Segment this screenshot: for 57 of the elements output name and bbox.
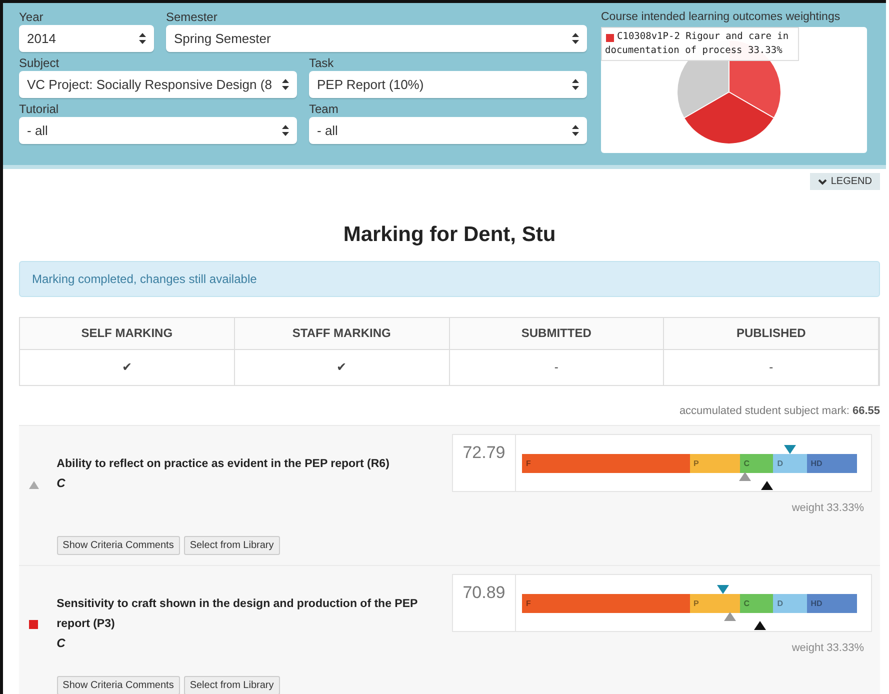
criterion-title: Sensitivity to craft shown in the design and production of the PEP report (P3) (56, 597, 418, 632)
updown-icon (572, 125, 579, 136)
weight-text: weight 33.33% (792, 502, 864, 514)
grade-band: F (522, 454, 690, 473)
accumulated-mark: accumulated student subject mark: 66.55 (678, 404, 880, 419)
weight-text: weight 33.33% (792, 642, 864, 654)
small-button[interactable]: Show Criteria Comments (56, 676, 180, 694)
updown-icon (282, 79, 289, 90)
grade-band: C (740, 454, 774, 473)
square-icon (29, 620, 38, 629)
grade-text: C (56, 476, 66, 490)
legend-button[interactable]: LEGEND (810, 173, 880, 190)
grade-band: P (690, 594, 740, 613)
small-button[interactable]: Select from Library (184, 536, 280, 555)
page-heading: Marking for Dent, Stu (342, 223, 557, 247)
triangle-icon (29, 481, 39, 489)
table-cell: - (664, 350, 879, 385)
grade-text: C (56, 636, 66, 650)
chevron-down-icon (818, 178, 827, 184)
column-header: SUBMITTED (450, 318, 664, 350)
field-label: Task (309, 55, 335, 71)
grade-band: D (773, 594, 807, 613)
column-header: SELF MARKING (20, 318, 235, 350)
score-value: 70.89 (453, 575, 516, 631)
grade-band: F (522, 594, 690, 613)
updown-icon (572, 79, 579, 90)
updown-icon (572, 33, 579, 44)
grade-band: C (740, 594, 774, 613)
field-label: Tutorial (19, 101, 60, 117)
updown-icon (282, 125, 289, 136)
field-label: Subject (19, 55, 60, 71)
select-field[interactable]: - all (309, 117, 587, 144)
column-header: PUBLISHED (664, 318, 879, 350)
field-label: Semester (166, 9, 218, 25)
select-field[interactable]: 2014 (19, 25, 154, 52)
grade-band: HD (806, 454, 857, 473)
table-cell: - (450, 350, 664, 385)
updown-icon (139, 33, 146, 44)
field-label: Year (19, 9, 44, 25)
grade-band: HD (806, 594, 857, 613)
column-header: STAFF MARKING (234, 318, 450, 350)
tooltip-text: C10308v1P-2 Rigour and care in documentation of process 33.33% (605, 30, 790, 58)
small-button[interactable]: Show Criteria Comments (56, 536, 180, 555)
select-field[interactable]: PEP Report (10%) (309, 71, 587, 98)
info-alert: Marking completed, changes still available (19, 261, 880, 297)
select-field[interactable]: Spring Semester (166, 25, 587, 52)
grade-band: D (773, 454, 807, 473)
select-field[interactable]: VC Project: Socially Responsive Design (8 (19, 71, 297, 98)
grade-band: P (690, 454, 740, 473)
select-field[interactable]: - all (19, 117, 297, 144)
table-cell: ✔ (20, 350, 235, 385)
panel-title: Course intended learning outcomes weightings (601, 10, 842, 25)
criterion-title: Ability to reflect on practice as evident in the PEP report (R6) (56, 457, 390, 472)
small-button[interactable]: Select from Library (184, 676, 280, 694)
score-value: 72.79 (453, 435, 516, 491)
table-cell: ✔ (234, 350, 450, 385)
field-label: Team (309, 101, 340, 117)
